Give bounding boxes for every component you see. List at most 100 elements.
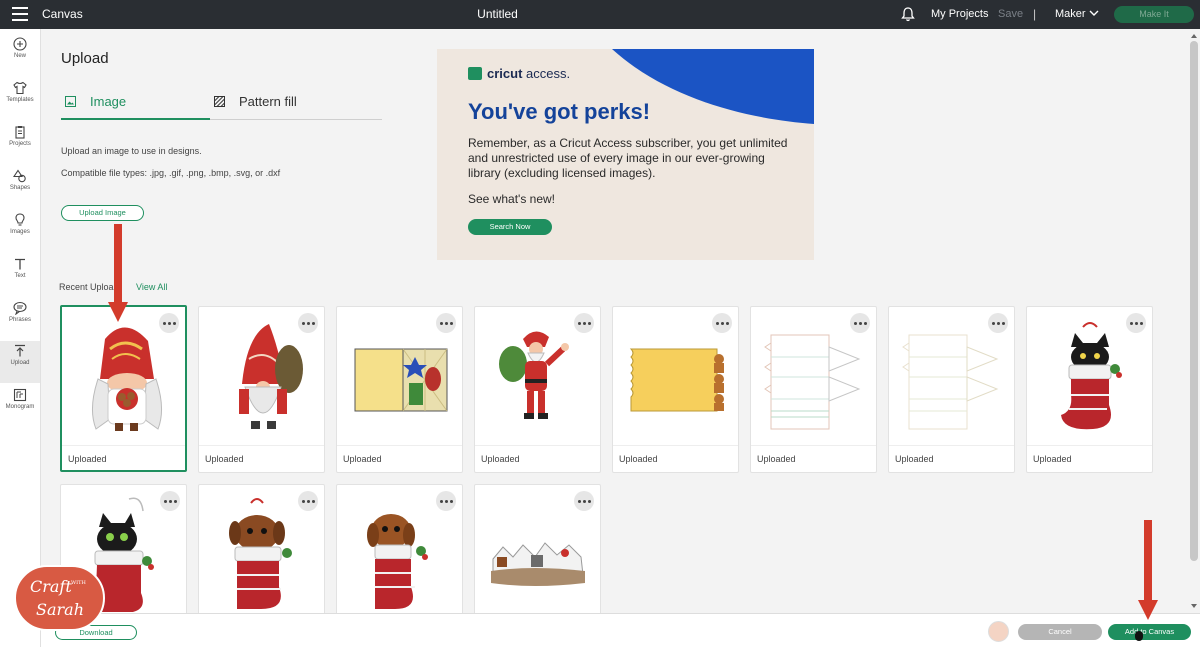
more-options-icon[interactable]: [160, 491, 180, 511]
card-divider: [751, 445, 876, 446]
annotation-arrow-upload-card: [108, 224, 128, 324]
logo-line2: WITH: [71, 580, 86, 586]
thumb-santa-claus: [499, 331, 569, 419]
more-options-icon[interactable]: [988, 313, 1008, 333]
sidebar-item-upload[interactable]: Upload: [0, 341, 40, 383]
sidebar-item-shapes[interactable]: Shapes: [0, 166, 40, 208]
save-button[interactable]: Save: [998, 8, 1023, 20]
scroll-thumb[interactable]: [1190, 41, 1198, 561]
shapes-icon: [13, 169, 26, 183]
sidebar-item-label: Phrases: [8, 317, 31, 323]
sidebar-item-label: Templates: [6, 97, 34, 103]
sidebar-item-label: Shapes: [9, 185, 31, 191]
upload-card[interactable]: Uploaded: [888, 306, 1015, 473]
my-projects-link[interactable]: My Projects: [931, 8, 988, 20]
mouse-cursor: [1135, 631, 1143, 641]
upload-card[interactable]: Uploaded: [198, 306, 325, 473]
upload-card[interactable]: Uploaded: [474, 306, 601, 473]
add-to-canvas-button[interactable]: Add to Canvas: [1108, 624, 1191, 640]
search-now-button[interactable]: Search Now: [468, 219, 552, 235]
annotation-arrow-add-to-canvas: [1138, 520, 1158, 620]
bell-icon[interactable]: [901, 7, 915, 22]
vertical-scrollbar[interactable]: [1188, 29, 1200, 613]
banner-whats-new: See what's new!: [468, 192, 556, 206]
thumb-card-stained-glass: [354, 348, 448, 412]
thumb-box-template-light: [902, 334, 999, 430]
active-tab-indicator: [61, 118, 210, 120]
lightbulb-icon: [15, 213, 25, 226]
scroll-down-icon[interactable]: [1191, 604, 1197, 608]
sidebar-item-templates[interactable]: Templates: [0, 78, 40, 120]
sidebar-item-new[interactable]: New: [0, 34, 40, 76]
card-label: Uploaded: [68, 454, 107, 464]
tab-pattern-fill[interactable]: Pattern fill: [214, 93, 384, 119]
card-label: Uploaded: [1033, 454, 1072, 464]
more-options-icon[interactable]: [159, 313, 179, 333]
sidebar-item-text[interactable]: Text: [0, 254, 40, 296]
view-all-link[interactable]: View All: [136, 282, 167, 292]
document-title[interactable]: Untitled: [0, 7, 995, 21]
brand-bold: cricut: [487, 66, 523, 81]
topbar-separator: |: [1033, 7, 1037, 21]
card-label: Uploaded: [343, 454, 382, 464]
arrow-head: [108, 302, 128, 322]
logo-line1: Craft: [30, 577, 72, 596]
scroll-up-icon[interactable]: [1191, 34, 1197, 38]
thumb-cat-stocking: [1061, 322, 1122, 430]
logo-line3: Sarah: [36, 600, 84, 619]
upload-panel: Upload Image Pattern fill Upload an imag…: [41, 29, 1200, 647]
sidebar-item-phrases[interactable]: Phrases: [0, 298, 40, 340]
sidebar-item-projects[interactable]: Projects: [0, 122, 40, 164]
more-options-icon[interactable]: [436, 491, 456, 511]
arrow-shaft: [1144, 520, 1152, 602]
page-title: Upload: [61, 50, 109, 67]
more-options-icon[interactable]: [850, 313, 870, 333]
compatible-file-types: Compatible file types: .jpg, .gif, .png,…: [61, 168, 281, 178]
more-options-icon[interactable]: [298, 491, 318, 511]
sidebar-item-label: Projects: [9, 141, 31, 147]
cricut-access-logo: cricut access.: [487, 66, 570, 81]
avatar[interactable]: [988, 621, 1009, 642]
thumb-winter-village: [491, 542, 585, 586]
more-options-icon[interactable]: [574, 313, 594, 333]
clipboard-icon: [15, 126, 25, 139]
top-bar: Canvas Untitled My Projects Save | Maker…: [0, 0, 1200, 29]
pattern-icon: [214, 96, 225, 107]
sidebar-item-images[interactable]: Images: [0, 210, 40, 252]
card-divider: [1027, 445, 1152, 446]
upload-card[interactable]: Uploaded: [612, 306, 739, 473]
card-label: Uploaded: [481, 454, 520, 464]
upload-icon: [15, 344, 25, 357]
sidebar-item-monogram[interactable]: Monogram: [0, 385, 40, 427]
speech-bubble-icon: [13, 301, 27, 315]
upload-card[interactable]: Uploaded: [60, 305, 187, 472]
card-divider: [337, 445, 462, 446]
sidebar-item-label: Monogram: [5, 404, 35, 410]
upload-card[interactable]: Uploaded: [336, 306, 463, 473]
thumb-dog-stocking: [229, 498, 292, 609]
make-it-button[interactable]: Make It: [1114, 6, 1194, 23]
upload-image-button[interactable]: Upload Image: [61, 205, 144, 221]
upload-card[interactable]: Uploaded: [1026, 306, 1153, 473]
more-options-icon[interactable]: [712, 313, 732, 333]
thumb-puppy-stocking: [367, 514, 428, 609]
cancel-button[interactable]: Cancel: [1018, 624, 1102, 640]
more-options-icon[interactable]: [436, 313, 456, 333]
monogram-icon: [13, 388, 27, 402]
card-label: Uploaded: [895, 454, 934, 464]
more-options-icon[interactable]: [574, 491, 594, 511]
chevron-down-icon[interactable]: [1089, 9, 1099, 17]
more-options-icon[interactable]: [1126, 313, 1146, 333]
card-divider: [62, 445, 185, 446]
sidebar-item-label: Text: [14, 273, 26, 279]
thumb-gnome-red-hat: [239, 324, 303, 429]
tab-label: Image: [90, 94, 127, 109]
upload-card[interactable]: Uploaded: [750, 306, 877, 473]
arrow-shaft: [114, 224, 122, 304]
text-icon: [15, 258, 25, 270]
tab-image[interactable]: Image: [65, 93, 185, 119]
sidebar-item-label: Images: [10, 229, 30, 235]
banner-body: Remember, as a Cricut Access subscriber,…: [468, 136, 788, 180]
more-options-icon[interactable]: [298, 313, 318, 333]
machine-selector[interactable]: Maker: [1055, 8, 1086, 20]
